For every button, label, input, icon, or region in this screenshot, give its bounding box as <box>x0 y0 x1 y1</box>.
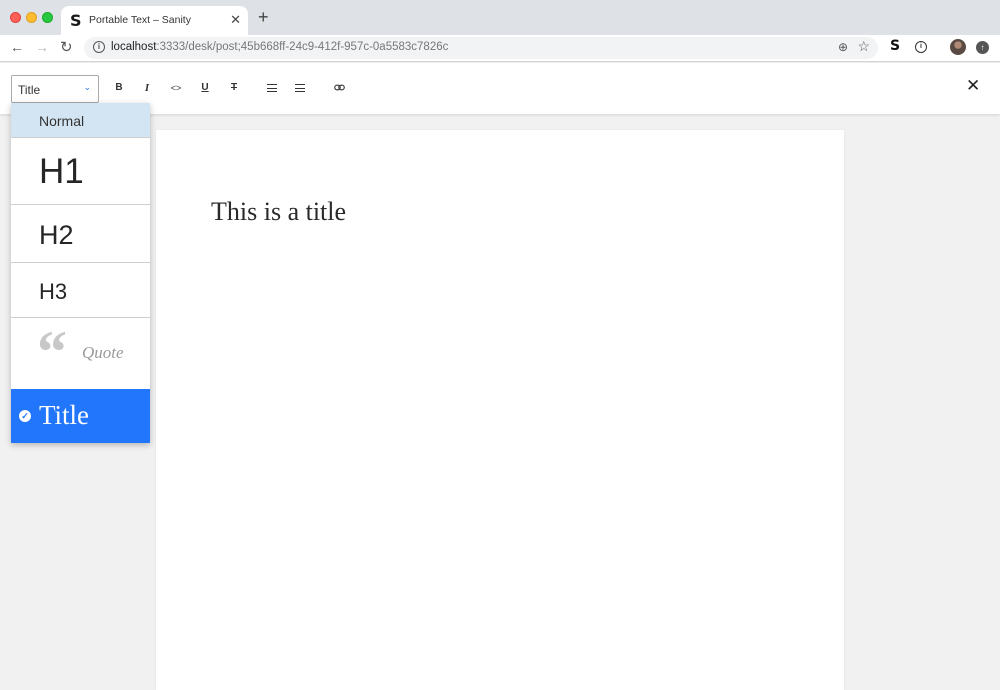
quote-icon: “ <box>37 319 67 385</box>
zoom-icon[interactable]: ⊕ <box>838 40 848 54</box>
editor-toolbar: Title ⌄ B I <> U T ✕ <box>0 63 1000 114</box>
url-host: localhost <box>111 41 157 53</box>
style-option-h3[interactable]: H3 <box>11 263 150 318</box>
extension-info-icon[interactable]: i <box>915 41 927 53</box>
url-text[interactable]: localhost:3333/desk/post;45b668ff-24c9-4… <box>111 41 448 53</box>
style-option-label: H3 <box>39 279 68 304</box>
reload-icon[interactable]: ↻ <box>60 38 73 56</box>
window-minimize-button[interactable] <box>26 12 37 23</box>
sanity-extension-icon[interactable]: S <box>890 38 900 54</box>
tab-title: Portable Text – Sanity <box>89 14 191 26</box>
style-option-label: Normal <box>39 113 85 129</box>
omnibox[interactable]: i localhost:3333/desk/post;45b668ff-24c9… <box>84 37 878 59</box>
style-option-title[interactable]: ✓ Title <box>11 389 150 443</box>
bullet-list-button[interactable] <box>263 79 281 97</box>
window-zoom-button[interactable] <box>42 12 53 23</box>
numbered-list-button[interactable] <box>291 79 309 97</box>
style-option-h1[interactable]: H1 <box>11 138 150 205</box>
document-page[interactable]: This is a title <box>156 130 844 690</box>
browser-tab-strip: S Portable Text – Sanity ✕ + <box>0 0 1000 35</box>
style-option-h2[interactable]: H2 <box>11 205 150 263</box>
bold-button[interactable]: B <box>110 79 128 97</box>
underline-button[interactable]: U <box>196 79 214 97</box>
block-style-menu: Normal H1 H2 H3 “ Quote ✓ Title <box>11 103 150 443</box>
block-style-value: Title <box>18 83 41 97</box>
numbered-list-icon <box>295 84 305 93</box>
browser-address-bar: ← → ↻ i localhost:3333/desk/post;45b668f… <box>0 35 1000 62</box>
checkmark-icon: ✓ <box>19 410 31 422</box>
style-option-label: Quote <box>82 343 124 362</box>
document-title-block[interactable]: This is a title <box>211 197 346 227</box>
block-style-select[interactable]: Title ⌄ <box>11 75 99 103</box>
code-button[interactable]: <> <box>167 79 185 97</box>
tab-close-icon[interactable]: ✕ <box>230 12 241 28</box>
bullet-list-icon <box>267 84 277 93</box>
browser-tab[interactable]: S Portable Text – Sanity ✕ <box>61 6 248 35</box>
profile-avatar[interactable] <box>950 39 966 55</box>
url-path: :3333/desk/post;45b668ff-24c9-412f-957c-… <box>156 41 449 53</box>
link-icon <box>333 84 345 91</box>
style-option-label: H1 <box>39 152 84 191</box>
forward-arrow-icon[interactable]: → <box>35 39 49 55</box>
update-icon[interactable]: ↑ <box>976 41 989 54</box>
window-close-button[interactable] <box>10 12 21 23</box>
italic-button[interactable]: I <box>138 79 156 97</box>
sanity-favicon-icon: S <box>70 11 82 30</box>
bookmark-star-icon[interactable]: ☆ <box>857 38 870 55</box>
style-option-quote[interactable]: “ Quote <box>11 318 150 389</box>
style-option-label: H2 <box>39 220 74 250</box>
close-editor-icon[interactable]: ✕ <box>966 76 980 96</box>
style-option-normal[interactable]: Normal <box>11 103 150 138</box>
chevron-down-icon: ⌄ <box>83 82 91 92</box>
site-info-icon[interactable]: i <box>93 41 105 53</box>
strikethrough-button[interactable]: T <box>225 79 243 97</box>
back-arrow-icon[interactable]: ← <box>10 39 24 55</box>
link-button[interactable] <box>330 79 348 97</box>
new-tab-button[interactable]: + <box>258 7 269 28</box>
style-option-label: Title <box>39 400 90 430</box>
